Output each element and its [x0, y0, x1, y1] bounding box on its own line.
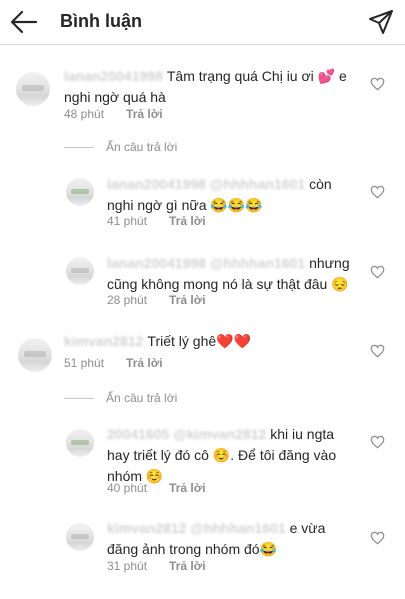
- hide-replies-link[interactable]: Ẩn câu trả lời: [64, 140, 177, 154]
- comment-meta: 51 phút Trả lời: [64, 356, 163, 370]
- avatar[interactable]: [66, 429, 94, 457]
- heart-icon[interactable]: [370, 531, 385, 545]
- comment-time: 31 phút: [107, 559, 148, 573]
- avatar[interactable]: [16, 72, 50, 106]
- share-icon[interactable]: [368, 9, 394, 35]
- comment-username[interactable]: lanan20041998: [64, 68, 163, 84]
- divider: [64, 398, 94, 400]
- comment-text: 20041605 @kimvan2812 khi iu ngta hay triế…: [107, 424, 357, 487]
- avatar[interactable]: [66, 257, 94, 285]
- comment-meta: 31 phút Trả lời: [107, 559, 206, 573]
- avatar[interactable]: [66, 523, 94, 551]
- comment-time: 40 phút: [107, 481, 148, 495]
- header-bar: Bình luận: [0, 0, 405, 45]
- comment-time: 41 phút: [107, 214, 148, 228]
- comment-meta: 28 phút Trả lời: [107, 293, 206, 307]
- back-arrow-icon[interactable]: [10, 9, 38, 35]
- comment-text: kimvan2812 Triết lý ghê❤️❤️: [64, 331, 354, 352]
- heart-icon[interactable]: [370, 344, 385, 358]
- comment-text: lanan20041998 Tâm trạng quá Chị iu ơi 💕 e…: [64, 66, 354, 108]
- comment-text: kimvan2812 @hhhhan1601 e vừa đăng ảnh tro…: [107, 518, 357, 560]
- comment-username[interactable]: kimvan2812 @hhhhan1601: [107, 520, 286, 536]
- reply-button[interactable]: Trả lời: [169, 481, 206, 495]
- reply-button[interactable]: Trả lời: [169, 214, 206, 228]
- reply-button[interactable]: Trả lời: [126, 107, 163, 121]
- comment-text: lanan20041998 @hhhhan1601 nhưng cũng khôn…: [107, 253, 352, 295]
- heart-icon[interactable]: [370, 77, 385, 91]
- reply-button[interactable]: Trả lời: [126, 356, 163, 370]
- comment-text: lanan20041998 @hhhhan1601 còn nghi ngờ gì…: [107, 174, 352, 216]
- avatar[interactable]: [66, 178, 94, 206]
- comment-meta: 41 phút Trả lời: [107, 214, 206, 228]
- comment-username[interactable]: 20041605 @kimvan2812: [107, 426, 266, 442]
- hide-replies-link[interactable]: Ẩn câu trả lời: [64, 391, 177, 405]
- comment-username[interactable]: lanan20041998 @hhhhan1601: [107, 176, 305, 192]
- avatar[interactable]: [18, 338, 52, 372]
- reply-button[interactable]: Trả lời: [169, 559, 206, 573]
- page-title: Bình luận: [60, 11, 142, 31]
- comment-body: Triết lý ghê❤️❤️: [147, 333, 251, 349]
- comment-time: 48 phút: [64, 107, 105, 121]
- heart-icon[interactable]: [370, 185, 385, 199]
- comment-username[interactable]: kimvan2812: [64, 333, 143, 349]
- heart-icon[interactable]: [370, 265, 385, 279]
- heart-icon[interactable]: [370, 435, 385, 449]
- comment-username[interactable]: lanan20041998 @hhhhan1601: [107, 255, 305, 271]
- reply-button[interactable]: Trả lời: [169, 293, 206, 307]
- comment-time: 51 phút: [64, 356, 105, 370]
- divider: [64, 147, 94, 149]
- comment-meta: 40 phút Trả lời: [107, 481, 206, 495]
- comment-time: 28 phút: [107, 293, 148, 307]
- comment-meta: 48 phút Trả lời: [64, 107, 163, 121]
